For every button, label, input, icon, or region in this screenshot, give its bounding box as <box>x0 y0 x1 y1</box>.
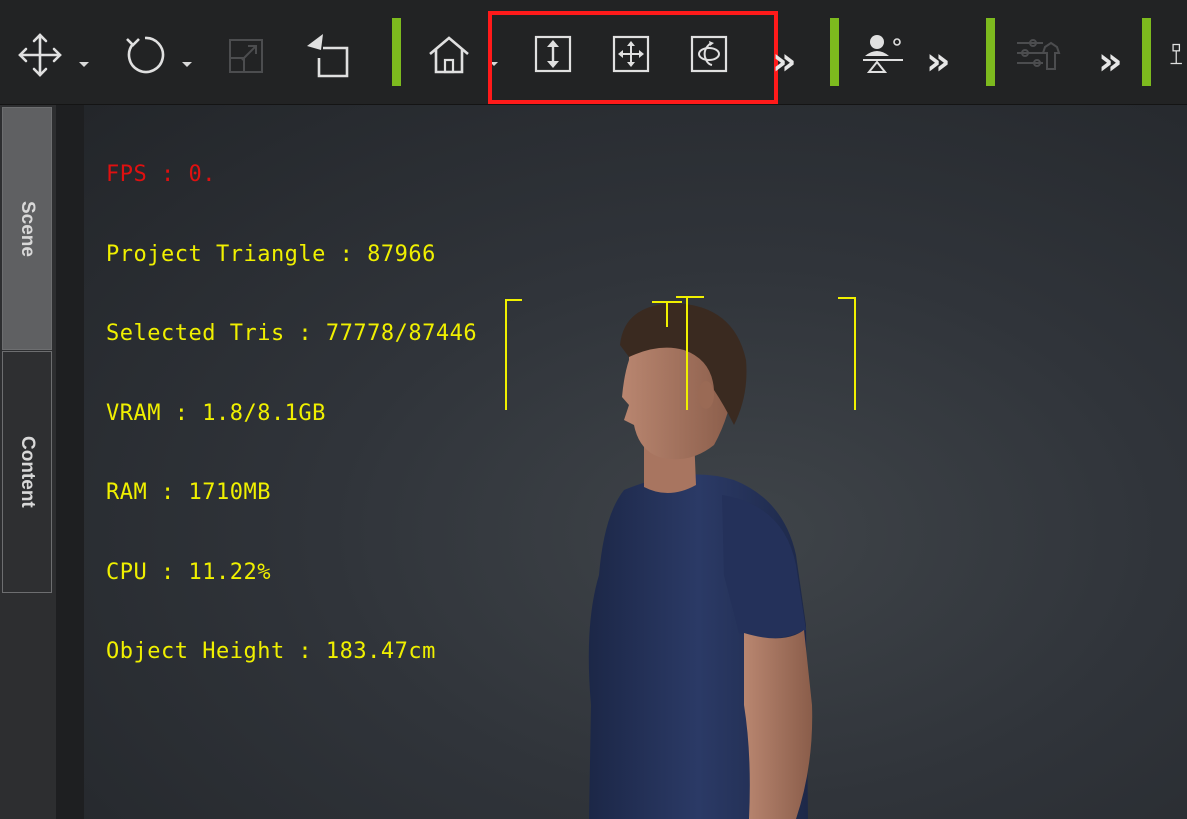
cpu-stat: CPU : 11.22% <box>106 559 271 585</box>
tab-content-label: Content <box>17 436 38 508</box>
morph-slider-button[interactable] <box>1012 34 1064 74</box>
tab-content[interactable]: Content <box>2 351 52 593</box>
character-icon <box>863 35 903 73</box>
tab-scene[interactable]: Scene <box>2 107 52 350</box>
project-triangle-stat: Project Triangle : 87966 <box>106 241 436 267</box>
move-icon <box>18 33 62 77</box>
more-chevron-3[interactable]: » <box>1098 42 1123 80</box>
selected-tris-stat: Selected Tris : 77778/87446 <box>106 321 478 346</box>
more-chevron-1[interactable]: » <box>772 42 797 80</box>
object-height-stat: Object Height : 183.47cm <box>106 639 436 664</box>
main-toolbar: » » » <box>0 0 1187 105</box>
toolbar-separator <box>830 18 839 86</box>
highlight-box <box>488 11 778 104</box>
toolbar-separator <box>986 18 995 86</box>
rotate-tool-button[interactable] <box>118 30 170 80</box>
tab-scene-label: Scene <box>17 200 38 257</box>
more-icon <box>1170 43 1182 65</box>
rotate-icon <box>126 36 165 74</box>
scale-tool-button[interactable] <box>222 32 270 80</box>
rotate-dropdown-arrow[interactable] <box>182 62 192 67</box>
scale-icon <box>229 39 263 73</box>
toolbar-separator <box>1142 18 1151 86</box>
more-tool-button[interactable] <box>1168 34 1187 74</box>
character-tool-button[interactable] <box>860 32 906 76</box>
side-panel: Scene Content <box>0 105 56 819</box>
move-dropdown-arrow[interactable] <box>79 62 89 67</box>
pick-parent-button[interactable] <box>300 28 354 80</box>
home-camera-icon <box>429 36 469 74</box>
move-tool-button[interactable] <box>14 30 66 80</box>
viewport-3d[interactable]: FPS : 0. Project Triangle : 87966 Select… <box>84 105 1187 819</box>
morph-slider-icon <box>1017 39 1061 70</box>
camera-home-button[interactable] <box>424 30 474 78</box>
fps-stat: FPS : 0. <box>106 162 216 187</box>
more-chevron-2[interactable]: » <box>926 42 951 80</box>
toolbar-separator <box>392 18 401 86</box>
pick-parent-icon <box>307 34 349 78</box>
ram-stat: RAM : 1710MB <box>106 480 271 505</box>
vram-stat: VRAM : 1.8/8.1GB <box>106 400 326 426</box>
stats-overlay: FPS : 0. Project Triangle : 87966 Select… <box>106 109 477 719</box>
